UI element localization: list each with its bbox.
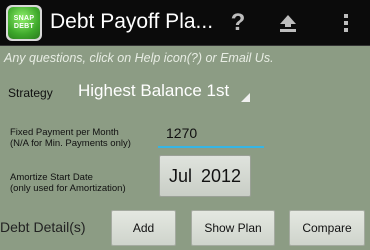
app-title: Debt Payoff Pla...	[50, 10, 214, 33]
help-info-text: Any questions, click on Help icon(?) or …	[4, 51, 274, 65]
debt-details-label: Debt Detail(s)	[0, 219, 86, 235]
strategy-label: Strategy	[8, 86, 53, 100]
amortize-start-label: Amortize Start Date (only used for Amort…	[10, 172, 126, 194]
strategy-spinner[interactable]: Highest Balance 1st	[72, 78, 252, 104]
upload-button[interactable]	[268, 0, 308, 46]
help-icon: ?	[230, 9, 246, 36]
fixed-payment-label-line1: Fixed Payment per Month	[10, 127, 119, 138]
strategy-selected-value: Highest Balance 1st	[78, 81, 230, 100]
action-bar: SNAP DEBT Debt Payoff Pla... ?	[0, 0, 370, 46]
fixed-payment-input[interactable]	[158, 120, 264, 148]
amortize-label-line2: (only used for Amortization)	[10, 183, 126, 194]
amortize-label-line1: Amortize Start Date	[10, 172, 93, 183]
overflow-menu-icon	[344, 14, 348, 32]
compare-button[interactable]: Compare	[289, 210, 365, 246]
upload-icon	[280, 15, 296, 32]
help-button[interactable]: ?	[218, 0, 258, 46]
app-logo-icon[interactable]: SNAP DEBT	[6, 5, 42, 41]
add-debt-button[interactable]: Add	[111, 210, 176, 246]
show-plan-button[interactable]: Show Plan	[191, 210, 275, 246]
overflow-menu-button[interactable]	[326, 0, 366, 46]
app-logo-text: SNAP DEBT	[8, 7, 40, 39]
fixed-payment-label-line2: (N/A for Min. Payments only)	[10, 138, 131, 149]
amortize-date-button[interactable]: Jul 2012	[159, 155, 251, 197]
spinner-arrow-icon	[241, 93, 250, 102]
fixed-payment-label: Fixed Payment per Month (N/A for Min. Pa…	[10, 127, 131, 149]
